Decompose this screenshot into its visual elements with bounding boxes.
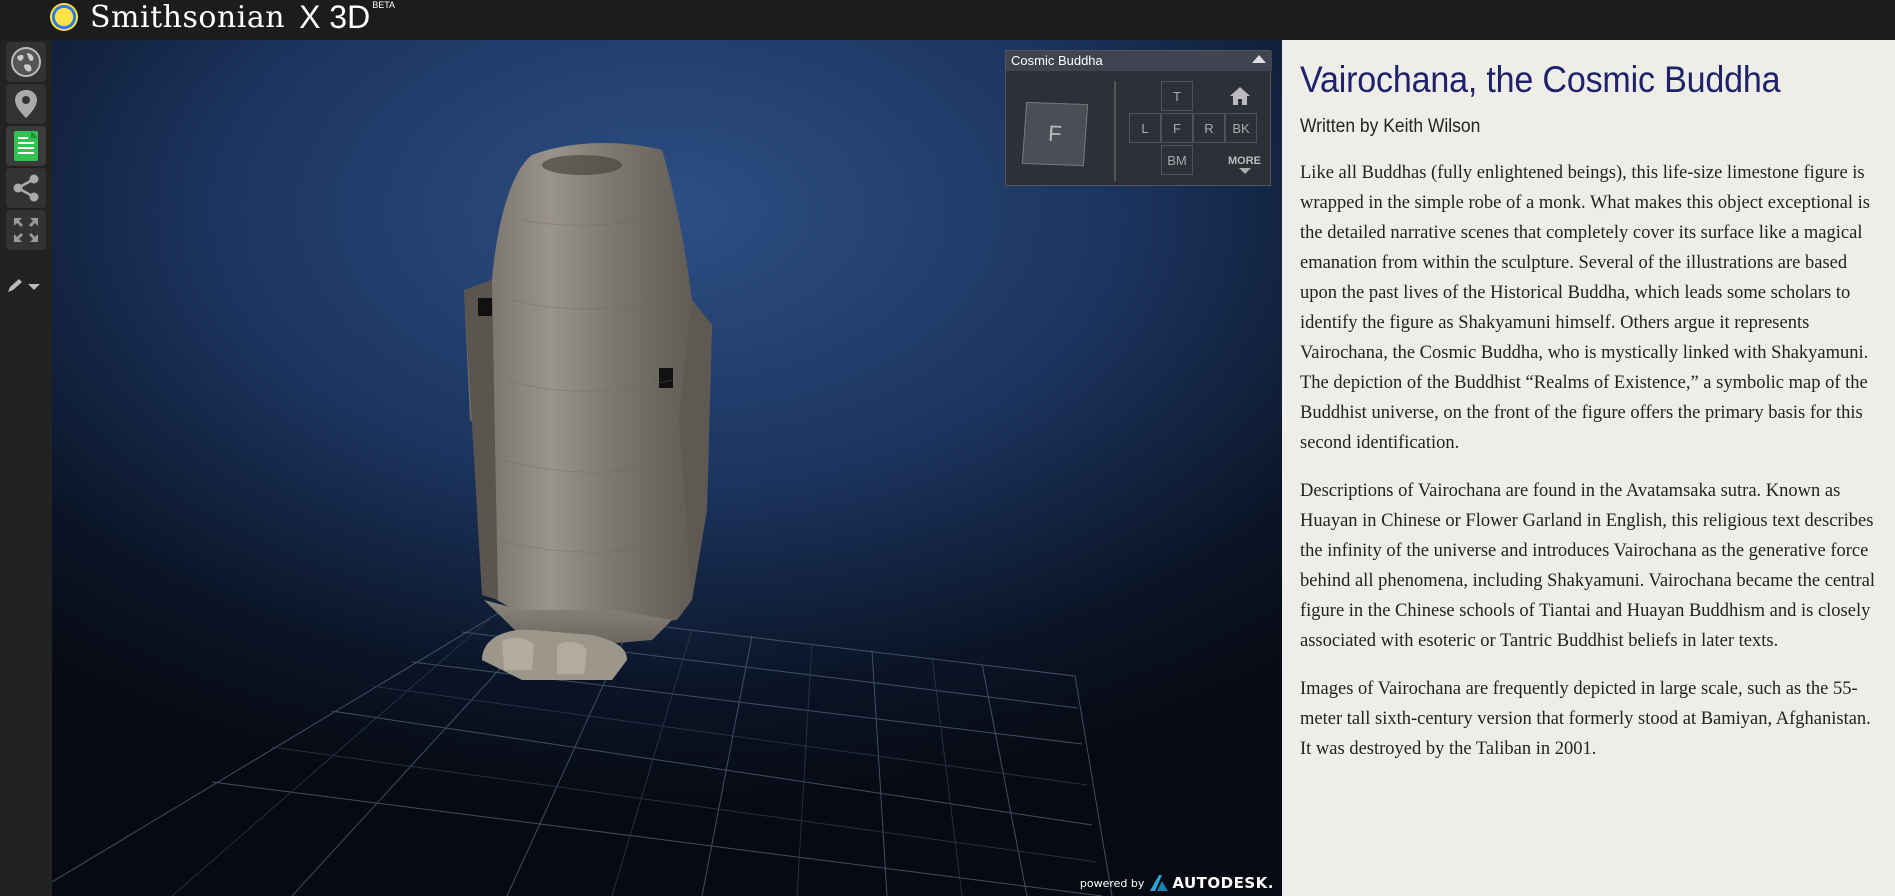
article-paragraph: Images of Vairochana are frequently depi… [1300,679,1871,759]
annotations-button[interactable] [6,84,46,124]
collapse-arrow-icon[interactable] [1252,55,1266,63]
location-pin-icon [15,90,37,118]
more-label: MORE [1228,155,1261,167]
home-icon [1230,87,1250,105]
fullscreen-icon [14,218,38,242]
globe-icon [11,47,41,77]
view-bottom-button[interactable]: BM [1161,145,1193,175]
viewcube-titlebar: Cosmic Buddha [1006,51,1272,71]
share-button[interactable] [6,168,46,208]
product-name: X 3D [299,0,371,35]
pencil-tools-dropdown[interactable] [6,276,46,296]
document-icon [14,131,38,161]
home-view-button[interactable] [1228,85,1252,107]
viewcube-divider [1114,81,1116,181]
viewcube-title: Cosmic Buddha [1011,53,1103,68]
autodesk-logo-icon [1150,875,1169,891]
view-right-button[interactable]: R [1193,113,1225,143]
article-paragraph: Like all Buddhas (fully enlightened bein… [1300,163,1870,453]
powered-by-badge[interactable]: powered by AUTODESK. [1080,874,1274,892]
viewcube-panel: Cosmic Buddha F T L F R BK BM MORE [1005,50,1272,186]
smithsonian-sun-icon [50,3,78,31]
viewcube-cube[interactable]: F [1021,101,1089,167]
powered-by-label: powered by [1079,876,1145,890]
pencil-dropdown-icon [8,279,40,292]
article-button[interactable] [6,126,46,166]
top-header: Smithsonian X 3D BETA [0,0,1895,40]
more-arrow-icon [1238,168,1251,174]
view-front-button[interactable]: F [1161,113,1193,143]
fullscreen-button[interactable] [6,210,46,250]
smithsonian-logo[interactable]: Smithsonian X 3D BETA [50,0,396,35]
article-panel[interactable]: Vairochana, the Cosmic Buddha Written by… [1282,40,1895,896]
globe-button[interactable] [6,42,46,82]
autodesk-brand: AUTODESK. [1172,874,1274,892]
more-views-button[interactable]: MORE [1228,155,1261,174]
article-author: Written by Keith Wilson [1300,116,1481,137]
view-top-button[interactable]: T [1161,81,1193,111]
beta-badge: BETA [372,0,396,10]
left-toolbar [0,40,52,896]
share-icon [13,174,39,202]
view-back-button[interactable]: BK [1225,113,1257,143]
brand-name: Smithsonian [90,0,286,35]
article-title: Vairochana, the Cosmic Buddha [1300,59,1781,100]
article-paragraph: Descriptions of Vairochana are found in … [1300,481,1876,651]
viewcube-face-label: F [1047,120,1063,147]
view-left-button[interactable]: L [1129,113,1161,143]
